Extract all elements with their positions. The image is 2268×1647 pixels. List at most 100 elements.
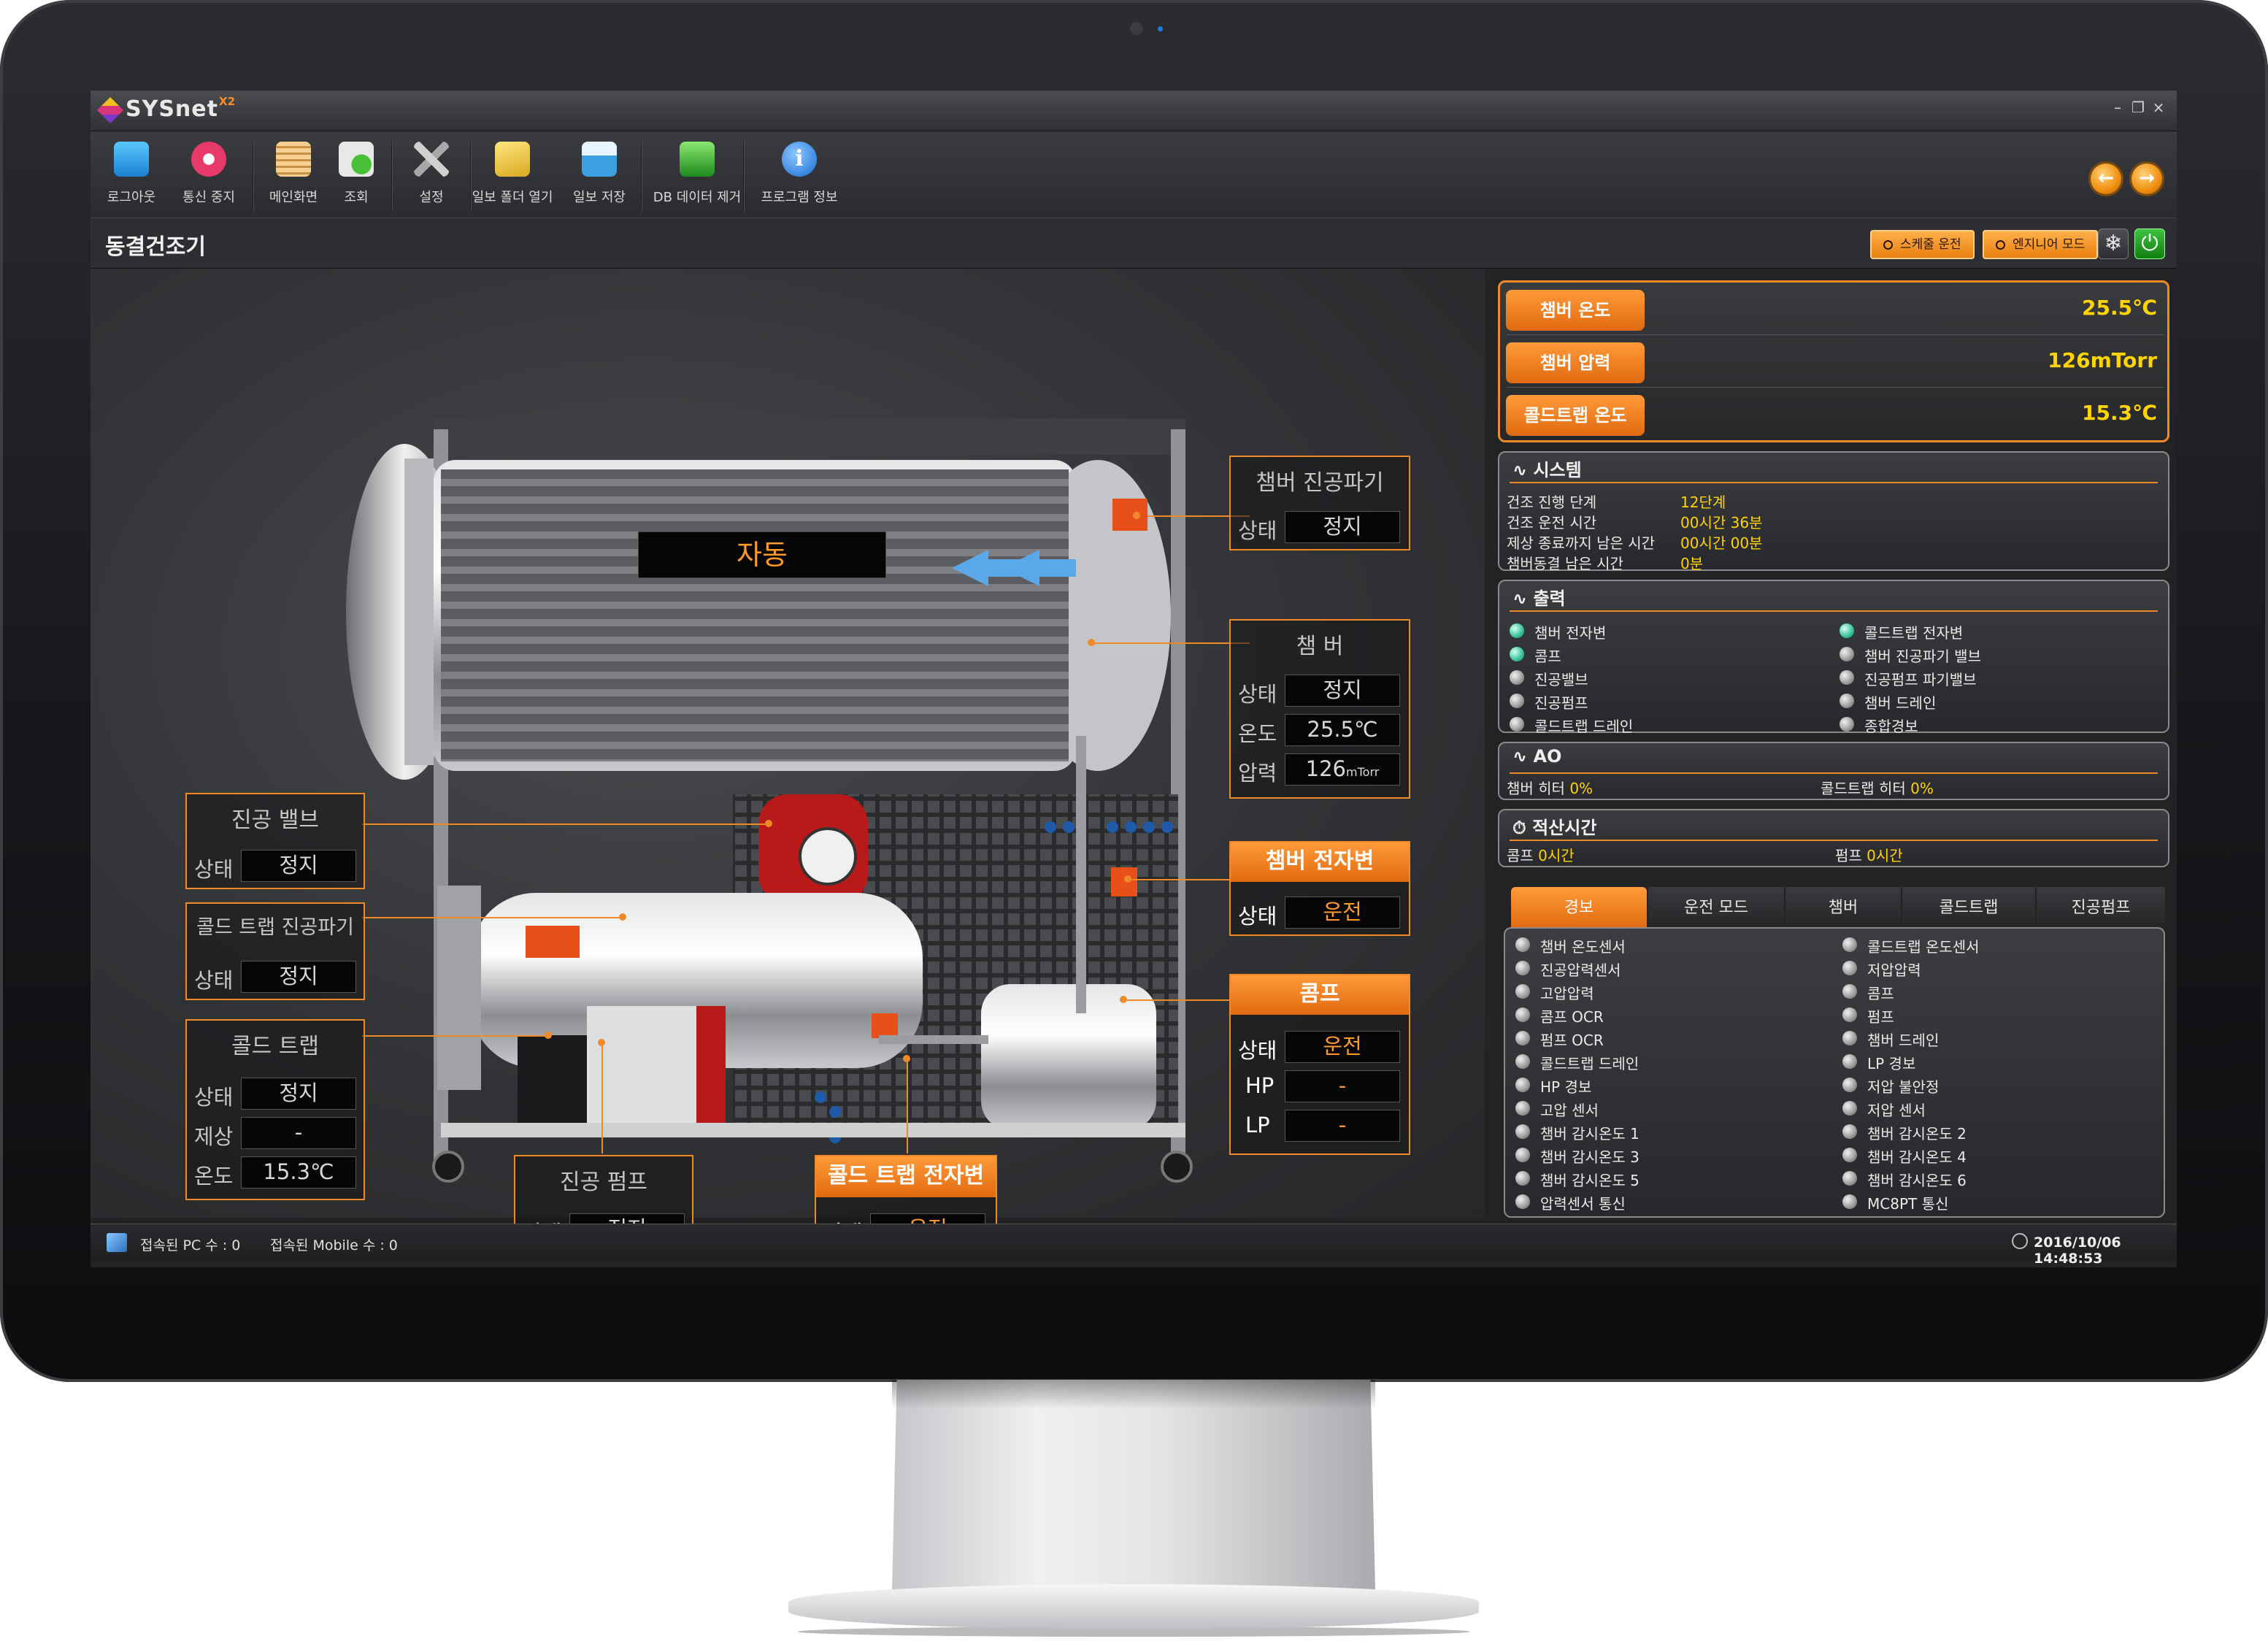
leader-dot [765, 820, 772, 827]
leader-dot [1124, 875, 1131, 883]
list-item: 챔버 감시온도 5 [1512, 1167, 1834, 1190]
cold-trap-vacuum-break-callout[interactable]: 콜드 트랩 진공파기 상태 정지 [185, 902, 365, 1000]
app-logo: SYSnet [126, 96, 218, 122]
list-item: 진공압력센서 [1512, 956, 1834, 980]
status-led-icon [1840, 670, 1854, 685]
list-item: 챔버 드레인 [1840, 1026, 2161, 1050]
power-icon[interactable]: ⏻ [2134, 229, 2165, 259]
chamber-vacuum-break-callout[interactable]: 챔버 진공파기 상태 정지 [1229, 456, 1410, 550]
status-value: 운전 [1285, 1031, 1400, 1063]
list-item: 챔버 전자변 [1507, 619, 1828, 642]
folder-icon [495, 142, 530, 177]
list-item-label: 콜드트랩 전자변 [1864, 624, 1964, 642]
tab-cold-trap[interactable]: 콜드트랩 [1902, 887, 2035, 929]
list-item-label: 챔버 감시온도 1 [1540, 1125, 1640, 1143]
pressure-value: 126mTorr [1285, 753, 1400, 786]
forward-arrow-icon[interactable]: → [2131, 164, 2162, 194]
list-item-label: 압력센서 통신 [1540, 1195, 1626, 1213]
status-led-icon [1510, 670, 1524, 685]
tab-chamber[interactable]: 챔버 [1785, 887, 1901, 929]
system-title: ∿ 시스템 [1512, 460, 1582, 480]
chamber-callout[interactable]: 챔 버 상태 정지 온도 25.5℃ 압력 126mTorr [1229, 619, 1410, 799]
list-item-label: 챔버 감시온도 3 [1540, 1148, 1640, 1166]
engineer-mode-button[interactable]: 엔지니어 모드 [1983, 230, 2099, 259]
comm-stop-button[interactable]: 통신 중지 [172, 136, 245, 215]
clock-icon [2012, 1233, 2028, 1249]
status-led-icon [1515, 1054, 1530, 1069]
status-led-icon [1515, 1194, 1530, 1209]
radio-icon [1996, 239, 2005, 250]
status-led-icon [1510, 717, 1524, 732]
back-arrow-icon[interactable]: ← [2091, 164, 2121, 194]
readings-panel: 챔버 온도 25.5℃ 챔버 압력 126mTorr 콜드트랩 온도 15.3℃ [1498, 280, 2169, 442]
settings-button[interactable]: 설정 [399, 136, 464, 215]
status-led-icon [1515, 984, 1530, 999]
status-led-icon [1842, 1171, 1857, 1186]
list-item: 펌프 OCR [1512, 1026, 1834, 1050]
list-item-label: 챔버 감시온도 5 [1540, 1172, 1640, 1189]
page-header: 동결건조기 스케줄 운전 엔지니어 모드 ❄ ⏻ [91, 218, 2177, 269]
minimize-icon[interactable]: – [2108, 98, 2127, 117]
open-log-folder-button[interactable]: 일보 폴더 열기 [461, 136, 564, 215]
save-log-button[interactable]: 일보 저장 [561, 136, 638, 215]
list-item-label: 챔버 전자변 [1534, 624, 1607, 642]
stand-shadow [892, 1380, 1375, 1409]
chart-icon: ∿ [1512, 588, 1534, 609]
runtime-title: ⏱ 적산시간 [1512, 818, 1597, 838]
main-screen-button[interactable]: 메인화면 [257, 136, 330, 215]
list-item-label: 콜드트랩 드레인 [1534, 718, 1634, 735]
list-item-label: 종합경보 [1864, 718, 1918, 735]
cold-trap-callout[interactable]: 콜드 트랩 상태 정지 제상 - 온도 15.3℃ [185, 1019, 365, 1200]
machine-diagram: 자동 챔버 진공파기 상태 정지 챔 버 상태 정지 온도 25.5℃ 압력 1… [91, 269, 1485, 1253]
tools-icon [414, 142, 449, 177]
connected-pc-count: 접속된 PC 수 : 0 [140, 1237, 241, 1254]
list-item: 챔버 감시온도 6 [1840, 1167, 2161, 1190]
list-item-label: 콜드트랩 드레인 [1540, 1055, 1640, 1072]
alarm-panel: 챔버 온도센서 진공압력센서 고압압력 콤프 OCR 펌프 OCR 콜드트랩 드레인 HP … [1504, 927, 2165, 1218]
monitor-stand-neck [892, 1380, 1375, 1592]
status-led-icon [1510, 647, 1524, 661]
list-item-label: 저압 센서 [1867, 1102, 1926, 1119]
status-led-icon [1515, 1148, 1530, 1162]
list-item-label: 챔버 진공파기 밸브 [1864, 648, 1981, 665]
leader-dot [903, 1055, 910, 1062]
compressor-callout[interactable]: 콤프 상태 운전 HP - LP - [1229, 974, 1410, 1155]
leader-line [362, 917, 625, 918]
list-item: 진공밸브 [1507, 666, 1828, 689]
app-logo-version: X2 [219, 95, 236, 108]
status-led-icon [1842, 961, 1857, 975]
toolbar-separator [391, 142, 393, 212]
status-led-icon [1840, 647, 1854, 661]
list-item-label: 챔버 감시온도 6 [1867, 1172, 1967, 1189]
list-item: 콜드트랩 드레인 [1512, 1050, 1834, 1073]
webcam-indicator [1158, 26, 1163, 31]
db-remove-button[interactable]: DB 데이터 제거 [642, 136, 752, 215]
tab-alarm[interactable]: 경보 [1511, 887, 1647, 929]
list-item: 저압 센서 [1840, 1097, 2161, 1120]
schedule-run-button[interactable]: 스케줄 운전 [1870, 230, 1975, 259]
status-led-icon [1510, 694, 1524, 708]
list-item: 콜드트랩 온도센서 [1840, 933, 2161, 956]
tab-vacuum-pump[interactable]: 진공펌프 [2037, 887, 2165, 929]
chart-icon: ∿ [1512, 460, 1534, 480]
close-icon[interactable]: × [2149, 98, 2168, 117]
status-led-icon [1515, 1171, 1530, 1186]
status-led-icon [1840, 717, 1854, 732]
restore-icon[interactable]: ❐ [2129, 98, 2148, 117]
snowflake-icon[interactable]: ❄ [2098, 229, 2129, 259]
temperature-value: 25.5℃ [1285, 714, 1400, 746]
output-title: ∿ 출력 [1512, 588, 1566, 609]
list-item-label: 진공펌프 파기밸브 [1864, 671, 1977, 688]
view-button[interactable]: 조회 [327, 136, 385, 215]
tab-run-mode[interactable]: 운전 모드 [1648, 887, 1784, 929]
status-value: 정지 [241, 961, 356, 993]
program-info-button[interactable]: i 프로그램 정보 [745, 136, 854, 215]
list-item-label: 저압압력 [1867, 961, 1921, 979]
logout-button[interactable]: 로그아웃 [96, 136, 166, 215]
app-window: SYSnet X2 – ❐ × 로그아웃 통신 중지 메인화면 조회 설정 일보… [91, 91, 2177, 1267]
vacuum-valve-callout[interactable]: 진공 밸브 상태 정지 [185, 793, 365, 889]
chamber-solenoid-callout[interactable]: 챔버 전자변 상태 운전 [1229, 841, 1410, 936]
list-item: 챔버 감시온도 1 [1512, 1120, 1834, 1143]
status-led-icon [1842, 937, 1857, 952]
list-item: 펌프 [1840, 1003, 2161, 1026]
